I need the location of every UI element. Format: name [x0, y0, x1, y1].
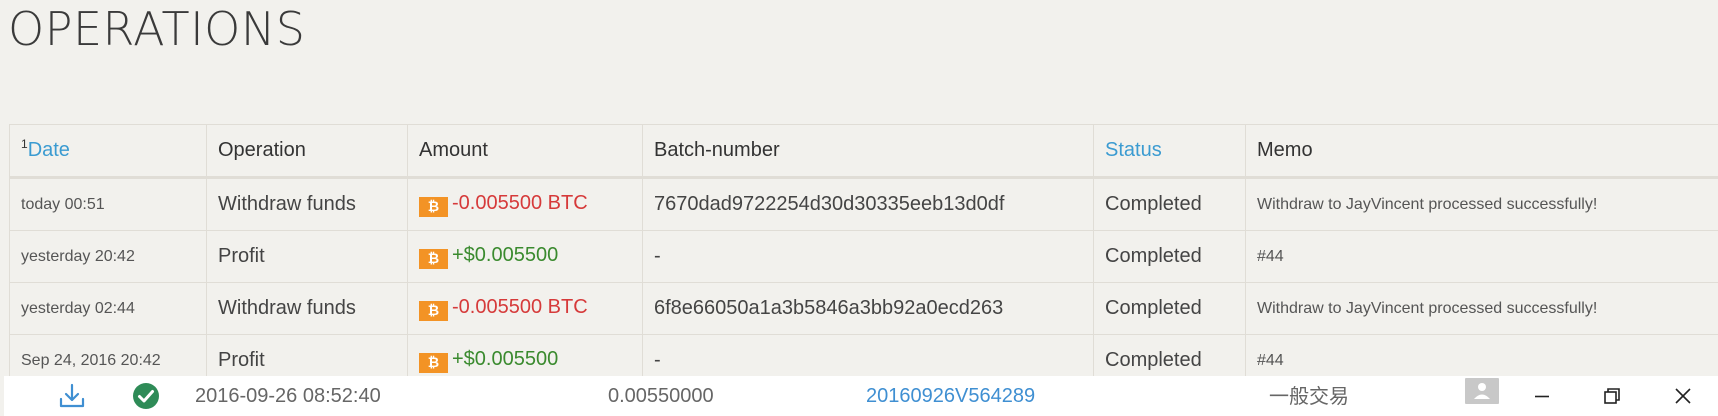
column-header-batch-number: Batch-number: [642, 124, 1094, 179]
row-amount-cell: ₿ -0.005500 BTC: [407, 177, 643, 231]
date-sort-link[interactable]: Date: [28, 139, 70, 161]
transaction-amount: 0.00550000: [608, 385, 714, 407]
status-sort-link[interactable]: Status: [1105, 139, 1162, 161]
row-date: today 00:51: [9, 177, 207, 231]
bitcoin-icon: ₿: [419, 249, 448, 269]
row-amount: -0.005500 BTC: [452, 296, 588, 318]
row-operation: Profit: [206, 230, 408, 283]
row-amount: +$0.005500: [452, 348, 559, 370]
row-operation: Withdraw funds: [206, 177, 408, 231]
column-header-status[interactable]: Status: [1093, 124, 1246, 179]
row-batch-number: 6f8e66050a1a3b5846a3bb92a0ecd263: [642, 282, 1094, 335]
table-row: today 00:51 Withdraw funds ₿ -0.005500 BT…: [9, 177, 1718, 231]
transaction-batch-link[interactable]: 20160926V564289: [866, 376, 1035, 416]
bitcoin-icon: ₿: [419, 197, 448, 217]
column-header-memo: Memo: [1245, 124, 1718, 179]
row-date: yesterday 20:42: [9, 230, 207, 283]
row-amount-cell: ₿ +$0.005500: [407, 230, 643, 283]
row-memo: Withdraw to JayVincent processed success…: [1245, 282, 1718, 335]
row-status: Completed: [1093, 230, 1246, 283]
row-memo: Withdraw to JayVincent processed success…: [1245, 177, 1718, 231]
minimize-icon[interactable]: [1530, 384, 1554, 408]
close-icon[interactable]: [1671, 384, 1695, 408]
row-date: yesterday 02:44: [9, 282, 207, 335]
page-title: OPERATIONS: [8, 2, 306, 56]
column-header-date[interactable]: 1Date: [9, 124, 207, 179]
restore-icon[interactable]: [1600, 384, 1624, 408]
operations-table: 1Date Operation Amount Batch-number Stat…: [9, 124, 1718, 387]
bitcoin-icon: ₿: [419, 353, 448, 373]
row-status: Completed: [1093, 282, 1246, 335]
avatar[interactable]: [1465, 378, 1499, 404]
column-header-operation: Operation: [206, 124, 408, 179]
row-batch-number: -: [642, 230, 1094, 283]
transaction-datetime: 2016-09-26 08:52:40: [195, 385, 381, 407]
transaction-bar: 2016-09-26 08:52:40 0.00550000 20160926V…: [4, 376, 1718, 416]
table-header-row: 1Date Operation Amount Batch-number Stat…: [9, 124, 1718, 179]
sort-order-indicator: 1: [21, 137, 28, 151]
table-row: yesterday 20:42 Profit ₿ +$0.005500 - Com…: [9, 230, 1718, 283]
row-amount: -0.005500 BTC: [452, 192, 588, 214]
row-status: Completed: [1093, 177, 1246, 231]
check-circle-icon: [133, 383, 159, 409]
download-icon[interactable]: [57, 381, 87, 411]
transaction-type: 一般交易: [1269, 384, 1349, 408]
row-amount: +$0.005500: [452, 244, 559, 266]
row-memo: #44: [1245, 230, 1718, 283]
row-operation: Withdraw funds: [206, 282, 408, 335]
table-row: yesterday 02:44 Withdraw funds ₿ -0.00550…: [9, 282, 1718, 335]
user-icon: [1474, 383, 1490, 399]
row-batch-number: 7670dad9722254d30d30335eeb13d0df: [642, 177, 1094, 231]
row-amount-cell: ₿ -0.005500 BTC: [407, 282, 643, 335]
bitcoin-icon: ₿: [419, 301, 448, 321]
column-header-amount: Amount: [407, 124, 643, 179]
